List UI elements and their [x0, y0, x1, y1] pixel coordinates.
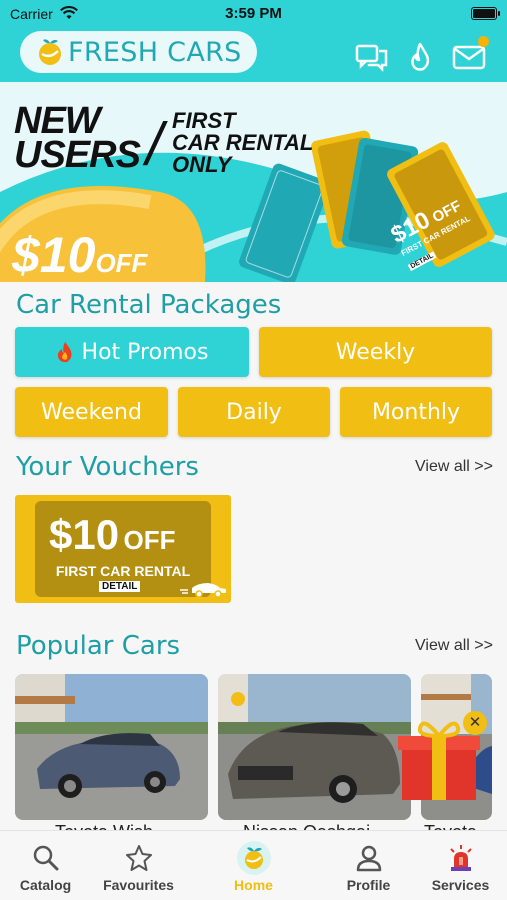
subhead-line2: CAR RENTAL — [172, 130, 314, 155]
subhead-line3: ONLY — [172, 152, 232, 177]
star-icon — [126, 845, 152, 871]
car-card[interactable] — [15, 674, 208, 820]
packages-title: Car Rental Packages — [16, 290, 282, 320]
tab-services[interactable]: Services — [410, 831, 507, 900]
battery-icon — [471, 7, 500, 20]
siren-icon — [450, 845, 472, 871]
voucher-value: $10 — [49, 511, 120, 558]
close-gift-button[interactable]: ✕ — [463, 711, 487, 735]
monthly-label: Monthly — [371, 399, 461, 425]
voucher-subtitle: FIRST CAR RENTAL — [55, 563, 191, 579]
banner-amount: $10 — [12, 227, 96, 282]
vouchers-title: Your Vouchers — [16, 452, 199, 482]
tab-label: Catalog — [19, 877, 72, 893]
home-fruit-icon — [237, 841, 271, 875]
car-photo — [15, 674, 208, 820]
chat-icon[interactable] — [355, 40, 389, 74]
voucher-card[interactable]: $10 OFF FIRST CAR RENTAL DETAIL — [15, 495, 231, 603]
tab-label: Favourites — [103, 877, 174, 893]
banner-subhead: FIRST CAR RENTAL ONLY — [172, 110, 313, 176]
weekly-label: Weekly — [335, 339, 416, 365]
tab-favourites[interactable]: Favourites — [88, 831, 189, 900]
tab-label: Profile — [346, 877, 391, 893]
notification-dot — [478, 36, 489, 47]
daily-button[interactable]: Daily — [178, 387, 330, 437]
promo-banner[interactable]: NEW USERS / FIRST CAR RENTAL ONLY $10OFF… — [0, 82, 507, 282]
brand-name: FRESH CARS — [68, 37, 242, 68]
subhead-line1: FIRST — [172, 108, 236, 133]
car-photo — [218, 674, 411, 820]
weekly-button[interactable]: Weekly — [259, 327, 492, 377]
car-card[interactable] — [218, 674, 411, 820]
voucher-off: OFF — [123, 525, 176, 555]
orange-fruit-icon — [39, 39, 61, 65]
voucher-amount: $10 OFF — [49, 511, 176, 559]
voucher-detail-badge: DETAIL — [99, 581, 141, 592]
mail-button[interactable] — [452, 36, 489, 74]
monthly-button[interactable]: Monthly — [340, 387, 492, 437]
vouchers-view-all-link[interactable]: View all >> — [415, 458, 493, 476]
headline-line2: USERS — [14, 134, 141, 176]
person-icon — [356, 845, 382, 872]
daily-label: Daily — [226, 399, 282, 425]
banner-headline: NEW USERS — [14, 100, 141, 176]
hot-promos-label: Hot Promos — [81, 339, 209, 365]
status-time: 3:59 PM — [225, 5, 282, 22]
brand-logo[interactable]: FRESH CARS — [20, 31, 257, 73]
headline-line1: NEW — [14, 100, 101, 142]
banner-offer: $10OFF — [12, 226, 147, 282]
search-icon — [33, 845, 59, 871]
bottom-tab-bar: Catalog Favourites Home Profile Services — [0, 830, 507, 900]
tab-catalog[interactable]: Catalog — [0, 831, 96, 900]
tab-profile[interactable]: Profile — [318, 831, 419, 900]
status-bar: Carrier 3:59 PM — [0, 0, 507, 28]
weekend-button[interactable]: Weekend — [15, 387, 168, 437]
car-icon — [180, 583, 226, 597]
flame-icon[interactable] — [403, 40, 437, 74]
tab-label: Home — [234, 877, 273, 893]
tab-home[interactable]: Home — [203, 831, 304, 900]
weekend-label: Weekend — [41, 399, 142, 425]
popular-cars-title: Popular Cars — [16, 631, 181, 661]
tab-label: Services — [431, 877, 490, 893]
banner-amount-suffix: OFF — [95, 248, 148, 278]
popular-view-all-link[interactable]: View all >> — [415, 637, 493, 655]
flame-icon — [57, 342, 72, 363]
hot-promos-button[interactable]: Hot Promos — [15, 327, 249, 377]
banner-divider: / — [146, 111, 163, 178]
